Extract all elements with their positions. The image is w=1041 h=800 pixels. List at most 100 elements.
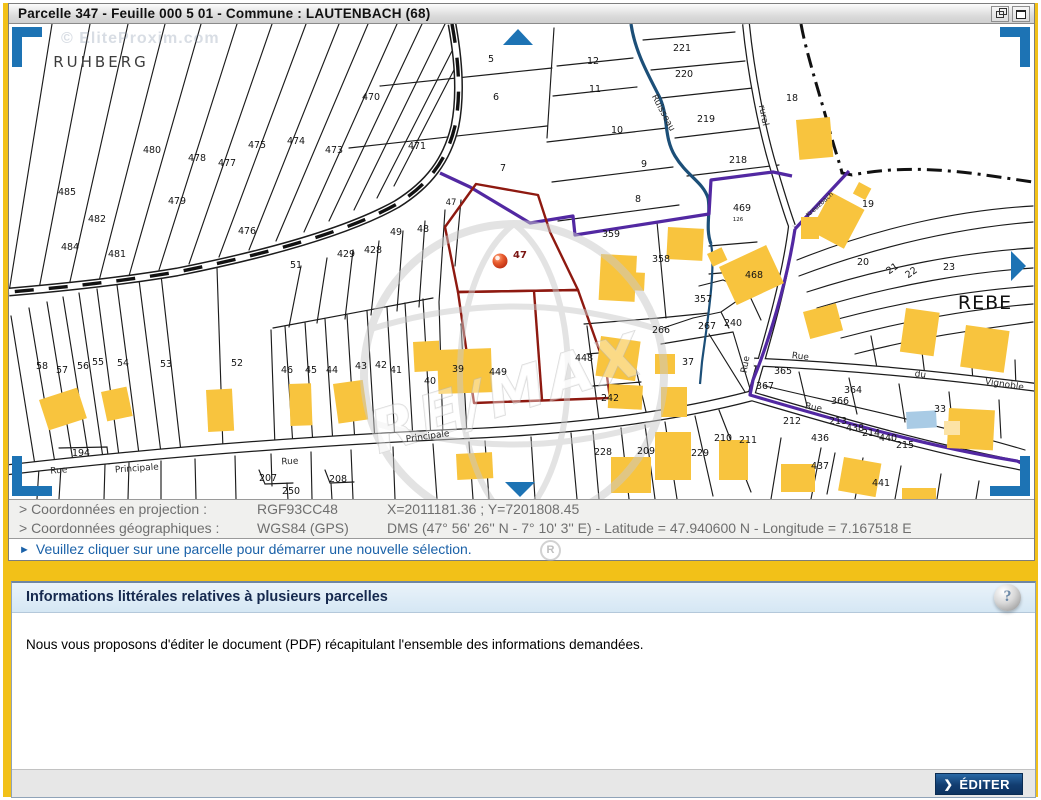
parcel-number: 221 (673, 43, 691, 54)
parcel-number: 209 (637, 446, 655, 457)
parcel-number: 220 (675, 69, 693, 80)
parcel-number: 470 (362, 92, 380, 103)
parcel-number: 37 (682, 357, 694, 368)
parcel-number: 468 (745, 270, 763, 281)
parcel-number: 480 (143, 145, 161, 156)
editer-button-label: ÉDITER (959, 777, 1010, 792)
parcel-number: 358 (652, 254, 670, 265)
parcel-number: 365 (774, 366, 792, 377)
parcel-number: 57 (56, 365, 68, 376)
panel-footer: ❯ ÉDITER (12, 769, 1035, 797)
parcel-number: 55 (92, 357, 104, 368)
parcel-number: 212 (783, 416, 801, 427)
help-button[interactable]: ? (994, 584, 1021, 611)
parcel-number: 19 (862, 199, 874, 210)
parcel-number: 54 (117, 358, 129, 369)
parcel-number: 126 (733, 217, 744, 223)
parcel-number: 49 (390, 227, 402, 238)
message-text: Veuillez cliquer sur une parcelle pour d… (36, 541, 472, 557)
parcel-number: 210 (714, 433, 732, 444)
restore-window-button[interactable] (991, 6, 1009, 22)
parcel-number: 436 (811, 433, 829, 444)
parcel-number: 39 (452, 364, 464, 375)
editer-button[interactable]: ❯ ÉDITER (935, 773, 1023, 795)
parcel-number: 485 (58, 187, 76, 198)
parcel-number: 482 (88, 214, 106, 225)
svg-text:47: 47 (513, 250, 527, 261)
street-label: Rue (791, 351, 810, 363)
panel-body-text: Nous vous proposons d'éditer le document… (12, 613, 1035, 652)
parcel-number: 12 (587, 56, 599, 67)
parcel-number: 207 (259, 473, 277, 484)
geographic-value: DMS (47° 56' 26'' N - 7° 10' 3'' E) - La… (387, 519, 912, 538)
chevron-right-icon: ❯ (944, 778, 954, 791)
restore-icon (996, 11, 1004, 18)
parcel-number: 41 (390, 365, 402, 376)
parcel-number: 474 (287, 136, 305, 147)
parcel-number: 11 (589, 84, 601, 95)
parcel-number: 364 (844, 385, 862, 396)
parcel-number: 359 (602, 229, 620, 240)
parcel-number: 449 (489, 367, 507, 378)
parcel-number: 250 (282, 486, 300, 497)
parcel-number: 448 (575, 353, 593, 364)
parcel-number: 440 (879, 433, 897, 444)
info-panel-header: Informations littérales relatives à plus… (12, 583, 1035, 613)
parcel-number: 476 (238, 226, 256, 237)
parcel-number: 6 (493, 92, 499, 103)
cadastral-map[interactable]: RE/MAX RUHBERGREBE RuePrincipaleRuePrinc… (9, 24, 1034, 499)
parcel-number: 218 (729, 155, 747, 166)
parcel-number: 367 (756, 381, 774, 392)
parcel-number: 51 (290, 260, 302, 271)
window-title: Parcelle 347 - Feuille 000 5 01 - Commun… (9, 6, 430, 21)
parcel-number: 437 (811, 461, 829, 472)
coordinates-strip: > Coordonnées en projection : RGF93CC48 … (9, 499, 1034, 539)
window-frame: Parcelle 347 - Feuille 000 5 01 - Commun… (3, 3, 1038, 797)
parcel-number: 228 (594, 447, 612, 458)
parcel-number: 484 (61, 242, 79, 253)
geographic-system: WGS84 (GPS) (257, 519, 349, 538)
place-label: REBE (958, 292, 1012, 314)
parcel-number: 214 (862, 428, 880, 439)
parcel-number: 53 (160, 359, 172, 370)
parcel-number: 213 (829, 416, 847, 427)
street-label: Rue (281, 457, 299, 468)
maximize-window-button[interactable] (1012, 6, 1030, 22)
parcel-number: 52 (231, 358, 243, 369)
parcel-number: 478 (188, 153, 206, 164)
parcel-number: 215 (896, 440, 914, 451)
parcel-number: 10 (611, 125, 623, 136)
parcel-number: 479 (168, 196, 186, 207)
parcel-number: 48 (417, 224, 429, 235)
parcel-number: 366 (831, 396, 849, 407)
message-arrow-icon: ► (19, 544, 30, 556)
projection-system: RGF93CC48 (257, 500, 338, 519)
parcel-number: 58 (36, 361, 48, 372)
registered-trademark-icon: R (540, 540, 561, 561)
parcel-number: 42 (375, 360, 387, 371)
instruction-message: ► Veuillez cliquer sur une parcelle pour … (9, 539, 1034, 560)
parcel-number: 441 (872, 478, 890, 489)
parcel-number: 429 (337, 249, 355, 260)
parcel-number: 208 (329, 474, 347, 485)
parcel-number: 20 (857, 257, 869, 268)
parcel-number: 40 (424, 376, 436, 387)
maximize-icon (1016, 10, 1026, 19)
parcel-number: 481 (108, 249, 126, 260)
parcel-number: 357 (694, 294, 712, 305)
building-blue (906, 410, 937, 429)
parcel-number: 477 (218, 158, 236, 169)
parcel-number: 240 (724, 318, 742, 329)
parcel-number: 46 (281, 365, 293, 376)
parcel-number: 475 (248, 140, 266, 151)
parcel-number: 266 (652, 325, 670, 336)
parcel-number: 471 (408, 141, 426, 152)
street-label: Rue (50, 465, 68, 476)
parcel-number: 33 (934, 404, 946, 415)
copyright-watermark: © EliteProxim.com (61, 30, 220, 48)
parcel-number: 8 (635, 194, 641, 205)
place-label: RUHBERG (53, 53, 149, 71)
parcel-number: 211 (739, 435, 757, 446)
parcel-number: 47 (446, 198, 457, 208)
projection-label: > Coordonnées en projection : (19, 500, 207, 519)
